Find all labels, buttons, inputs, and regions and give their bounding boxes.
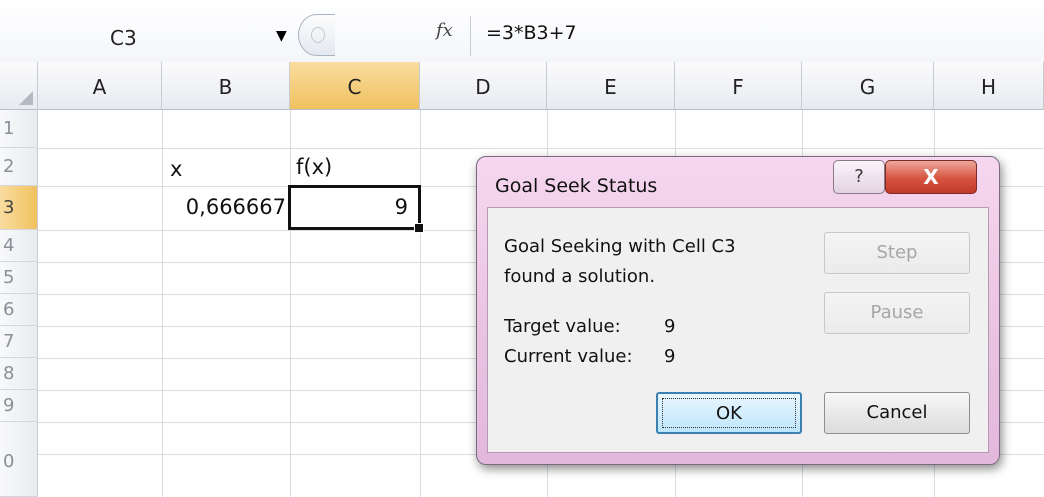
cell-b2[interactable]: x: [170, 157, 182, 181]
circle-icon: [311, 27, 325, 43]
column-header-f[interactable]: F: [675, 62, 802, 110]
fill-handle[interactable]: [414, 223, 424, 233]
cancel-button[interactable]: Cancel: [824, 392, 970, 434]
dialog-body: Goal Seeking with Cell C3 found a soluti…: [487, 207, 989, 453]
target-value: 9: [664, 316, 676, 337]
gridline: [38, 148, 1044, 149]
row-header-7[interactable]: 7: [0, 326, 38, 358]
column-header-a[interactable]: A: [38, 62, 162, 110]
select-all-icon: [19, 91, 33, 105]
cell-b3[interactable]: 0,666667: [174, 195, 286, 219]
cell-c2[interactable]: f(x): [296, 155, 332, 179]
name-box-value: C3: [110, 26, 137, 50]
focus-ring: [662, 398, 796, 428]
dialog-title: Goal Seek Status: [495, 175, 658, 197]
formula-bar-resize-handle[interactable]: [298, 14, 335, 56]
row-header-8[interactable]: 8: [0, 358, 38, 390]
row-header-6[interactable]: 6: [0, 294, 38, 326]
target-value-label: Target value:: [504, 316, 621, 337]
row-header-10[interactable]: 0: [0, 422, 38, 497]
column-header-c[interactable]: C: [290, 62, 420, 110]
column-header-d[interactable]: D: [420, 62, 547, 110]
row-header-2[interactable]: 2: [0, 148, 38, 186]
row-header-3[interactable]: 3: [0, 186, 38, 230]
row-header-9[interactable]: 9: [0, 390, 38, 422]
current-value-label: Current value:: [504, 346, 633, 367]
column-header-e[interactable]: E: [547, 62, 675, 110]
status-message-line1: Goal Seeking with Cell C3: [504, 236, 736, 257]
column-header-b[interactable]: B: [162, 62, 290, 110]
column-header-g[interactable]: G: [802, 62, 934, 110]
close-icon: X: [923, 165, 939, 189]
close-button[interactable]: X: [885, 160, 977, 194]
selected-cell-c3[interactable]: 9: [288, 185, 424, 233]
cell-c3-value: 9: [394, 195, 408, 219]
formula-bar-divider: [470, 16, 471, 56]
gridline: [162, 110, 163, 497]
step-button[interactable]: Step: [824, 232, 970, 274]
help-icon: ?: [854, 166, 864, 187]
formula-bar: C3 ▼ fx =3*B3+7: [0, 0, 1044, 63]
gridline: [420, 110, 421, 497]
gridline: [290, 110, 291, 497]
goal-seek-status-dialog: Goal Seek Status ? X Goal Seeking with C…: [476, 156, 1000, 465]
name-box[interactable]: C3 ▼: [28, 22, 298, 56]
insert-function-icon[interactable]: fx: [436, 20, 453, 41]
current-value: 9: [664, 346, 676, 367]
name-box-dropdown-icon[interactable]: ▼: [276, 28, 287, 44]
row-header-4[interactable]: 4: [0, 230, 38, 262]
status-message-line2: found a solution.: [504, 266, 656, 287]
formula-input[interactable]: =3*B3+7: [486, 22, 577, 44]
select-all-corner[interactable]: [0, 62, 38, 110]
help-button[interactable]: ?: [833, 160, 885, 194]
row-header-1[interactable]: 1: [0, 110, 38, 148]
pause-button[interactable]: Pause: [824, 292, 970, 334]
ok-button[interactable]: OK: [656, 392, 802, 434]
column-header-h[interactable]: H: [934, 62, 1044, 110]
row-header-5[interactable]: 5: [0, 262, 38, 294]
